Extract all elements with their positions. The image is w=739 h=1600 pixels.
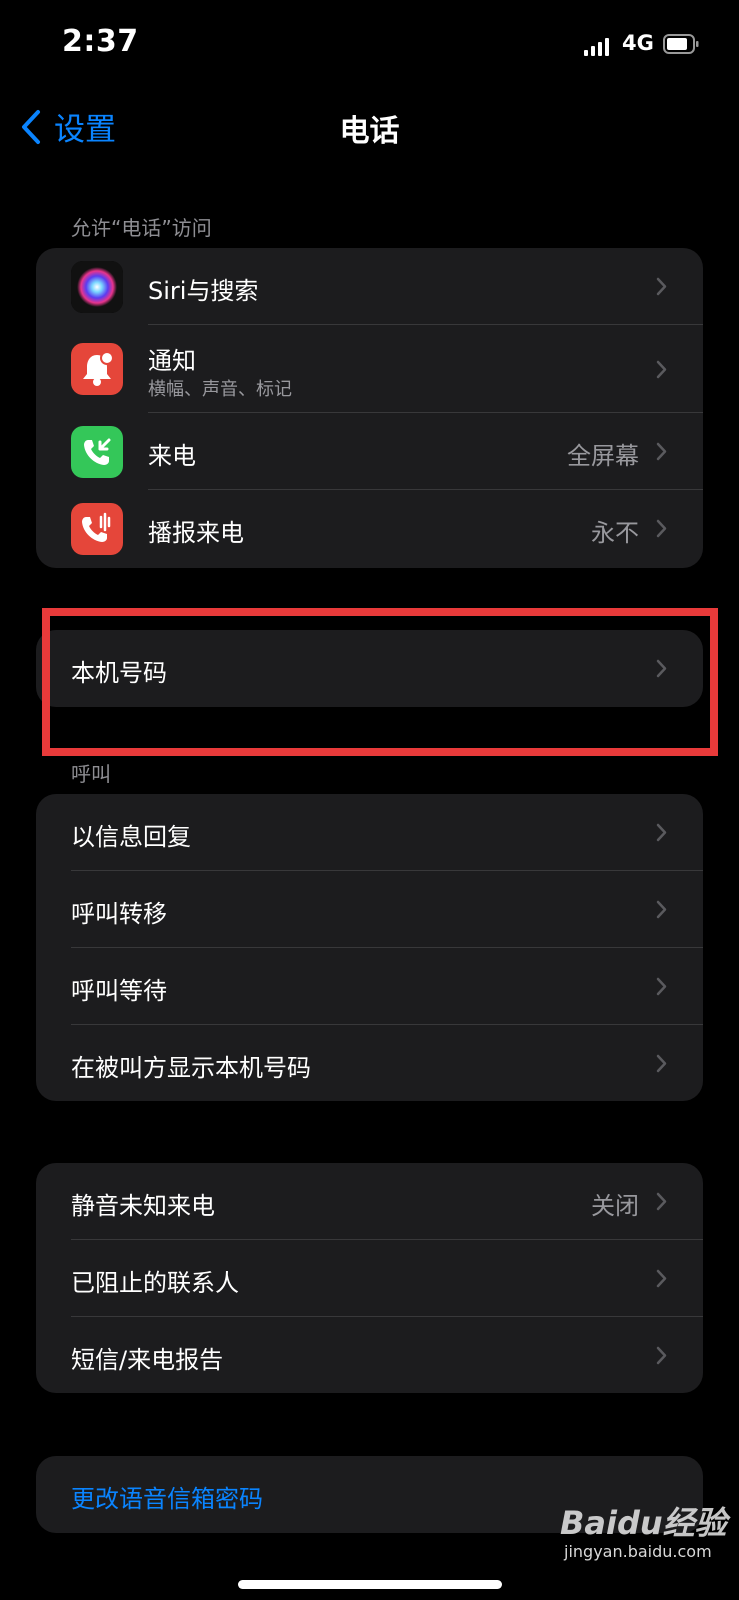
battery-icon bbox=[663, 34, 699, 54]
row-label: 在被叫方显示本机号码 bbox=[71, 1054, 311, 1082]
chevron-right-icon bbox=[656, 1054, 667, 1073]
chevron-right-icon bbox=[656, 900, 667, 919]
row-value: 关闭 bbox=[591, 1192, 639, 1220]
watermark-site: jingyan.baidu.com bbox=[564, 1542, 712, 1561]
status-time: 2:37 bbox=[62, 24, 139, 59]
home-indicator[interactable] bbox=[238, 1580, 502, 1589]
row-call-forwarding[interactable]: 呼叫转移 bbox=[36, 871, 703, 948]
row-announce-calls[interactable]: 播报来电 永不 bbox=[36, 490, 703, 568]
chevron-right-icon bbox=[656, 823, 667, 842]
section-header-calls: 呼叫 bbox=[71, 762, 111, 786]
row-label: 静音未知来电 bbox=[71, 1192, 215, 1220]
chevron-right-icon bbox=[656, 442, 667, 461]
row-incoming-calls[interactable]: 来电 全屏幕 bbox=[36, 413, 703, 490]
chevron-right-icon bbox=[656, 1346, 667, 1365]
chevron-right-icon bbox=[656, 1192, 667, 1211]
highlight-box bbox=[42, 608, 718, 756]
chevron-right-icon bbox=[656, 277, 667, 296]
row-label: 通知 bbox=[148, 347, 196, 375]
row-label: 呼叫等待 bbox=[71, 977, 167, 1005]
page-title: 电话 bbox=[339, 114, 400, 149]
row-label: 呼叫转移 bbox=[71, 900, 167, 928]
incoming-call-icon bbox=[71, 426, 123, 478]
network-type: 4G bbox=[622, 31, 654, 55]
row-show-caller-id[interactable]: 在被叫方显示本机号码 bbox=[36, 1025, 703, 1101]
row-value: 全屏幕 bbox=[567, 442, 639, 470]
siri-icon bbox=[71, 261, 123, 313]
row-label: 更改语音信箱密码 bbox=[71, 1485, 263, 1513]
signal-bars-icon bbox=[584, 38, 609, 56]
notification-bell-icon bbox=[71, 343, 123, 395]
row-label: 来电 bbox=[148, 442, 196, 470]
row-subtitle: 横幅、声音、标记 bbox=[148, 379, 292, 400]
section-header-access: 允许“电话”访问 bbox=[71, 216, 212, 240]
watermark-logo: Baidu经验 bbox=[560, 1498, 727, 1544]
access-group: Siri与搜索 通知 横幅、声音、标记 来电 全屏幕 播报来电 永不 bbox=[36, 248, 703, 568]
row-label: Siri与搜索 bbox=[148, 277, 259, 305]
row-call-waiting[interactable]: 呼叫等待 bbox=[36, 948, 703, 1025]
row-notifications[interactable]: 通知 横幅、声音、标记 bbox=[36, 325, 703, 413]
chevron-right-icon bbox=[656, 519, 667, 538]
chevron-right-icon bbox=[656, 1269, 667, 1288]
blocking-group: 静音未知来电 关闭 已阻止的联系人 短信/来电报告 bbox=[36, 1163, 703, 1393]
row-reply-with-message[interactable]: 以信息回复 bbox=[36, 794, 703, 871]
row-silence-unknown-callers[interactable]: 静音未知来电 关闭 bbox=[36, 1163, 703, 1240]
row-value: 永不 bbox=[591, 519, 639, 547]
row-label: 以信息回复 bbox=[71, 823, 191, 851]
row-label: 已阻止的联系人 bbox=[71, 1269, 239, 1297]
row-blocked-contacts[interactable]: 已阻止的联系人 bbox=[36, 1240, 703, 1317]
announce-call-icon bbox=[71, 503, 123, 555]
row-label: 播报来电 bbox=[148, 519, 244, 547]
row-label: 短信/来电报告 bbox=[71, 1346, 224, 1374]
chevron-right-icon bbox=[656, 977, 667, 996]
calls-group: 以信息回复 呼叫转移 呼叫等待 在被叫方显示本机号码 bbox=[36, 794, 703, 1101]
watermark-logo-text: Baidu经验 bbox=[560, 1504, 727, 1542]
row-siri-search[interactable]: Siri与搜索 bbox=[36, 248, 703, 325]
chevron-right-icon bbox=[656, 360, 667, 379]
row-sms-call-reporting[interactable]: 短信/来电报告 bbox=[36, 1317, 703, 1393]
